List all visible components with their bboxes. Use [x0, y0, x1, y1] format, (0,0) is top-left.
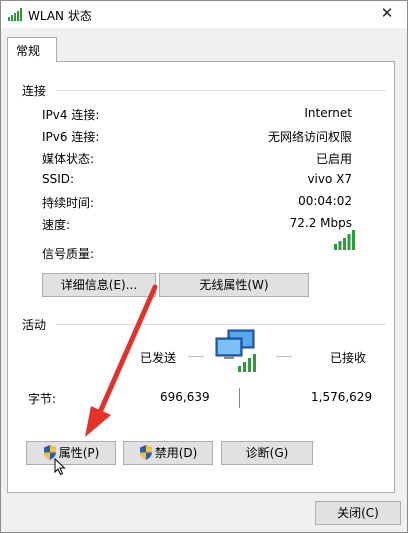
wlan-status-dialog: WLAN 状态 ✕ 常规 连接 IPv4 连接: Internet IPv6 连…	[0, 0, 408, 533]
annotation-arrow	[85, 284, 158, 437]
tab-general[interactable]: 常规	[7, 37, 57, 62]
tab-general-label: 常规	[16, 44, 41, 58]
